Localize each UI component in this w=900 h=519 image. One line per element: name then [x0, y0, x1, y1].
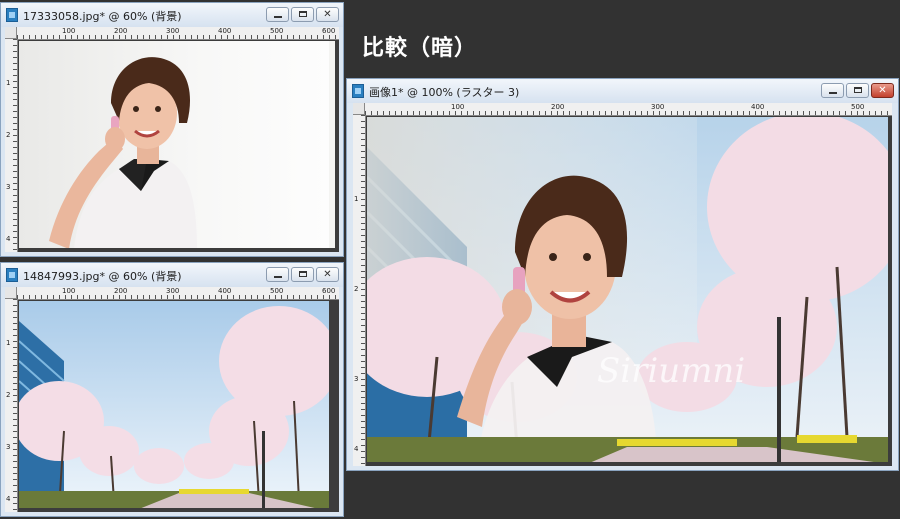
close-button[interactable]: ✕	[316, 267, 339, 282]
image-window-14847993[interactable]: 14847993.jpg* @ 60% (背景) ✕ 100 200 300 4…	[0, 262, 344, 517]
window-title: 画像1* @ 100% (ラスター 3)	[369, 86, 520, 99]
maximize-button[interactable]	[291, 267, 314, 282]
composite-photo: Siriumni	[367, 117, 888, 462]
vertical-ruler: 1 2 3 4	[5, 39, 18, 252]
cherry-blossom-street-photo	[19, 301, 335, 508]
minimize-button[interactable]	[266, 267, 289, 282]
ruler-corner	[5, 287, 17, 299]
minimize-button[interactable]	[821, 83, 844, 98]
horizontal-ruler: 100 200 300 400 500 600	[17, 287, 339, 300]
ruler-corner	[5, 27, 17, 39]
woman-portrait-photo	[19, 41, 329, 248]
image-file-icon	[6, 8, 18, 22]
maximize-button[interactable]	[291, 7, 314, 22]
image-file-icon	[352, 84, 364, 98]
window-title: 17333058.jpg* @ 60% (背景)	[23, 10, 182, 23]
image-canvas-portrait[interactable]	[19, 41, 335, 248]
image-canvas-composite[interactable]: Siriumni	[367, 117, 888, 462]
vertical-ruler: 1 2 3 4	[353, 115, 366, 466]
image-file-icon	[6, 268, 18, 282]
watermark-text: Siriumni	[597, 351, 745, 391]
minimize-button[interactable]	[266, 7, 289, 22]
horizontal-ruler: 100 200 300 400 500	[365, 103, 892, 116]
image-canvas-cherry-blossoms[interactable]	[19, 301, 335, 508]
close-button[interactable]: ✕	[316, 7, 339, 22]
ruler-corner	[353, 103, 365, 115]
image-window-composite[interactable]: 画像1* @ 100% (ラスター 3) ✕ 100 200 300 400 5…	[346, 78, 899, 471]
comparison-heading: 比較（暗）	[362, 36, 478, 61]
window-title: 14847993.jpg* @ 60% (背景)	[23, 270, 182, 283]
image-window-17333058[interactable]: 17333058.jpg* @ 60% (背景) ✕ 100 200 300 4…	[0, 2, 344, 257]
maximize-button[interactable]	[846, 83, 869, 98]
window-titlebar[interactable]: 17333058.jpg* @ 60% (背景) ✕	[1, 3, 343, 27]
window-titlebar[interactable]: 画像1* @ 100% (ラスター 3) ✕	[347, 79, 898, 103]
close-button[interactable]: ✕	[871, 83, 894, 98]
vertical-ruler: 1 2 3 4	[5, 299, 18, 512]
horizontal-ruler: 100 200 300 400 500 600	[17, 27, 339, 40]
window-titlebar[interactable]: 14847993.jpg* @ 60% (背景) ✕	[1, 263, 343, 287]
